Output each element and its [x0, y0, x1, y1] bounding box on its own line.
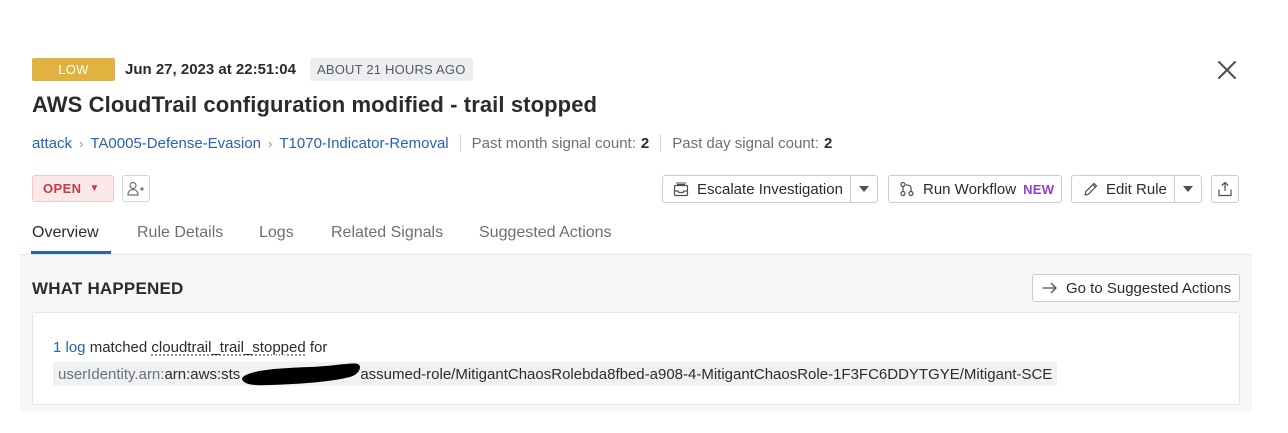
what-happened-card: 1 log matched cloudtrail_trail_stopped f… [32, 312, 1240, 405]
inbox-icon [673, 181, 689, 197]
for-text: for [309, 339, 328, 356]
caret-down-icon [859, 186, 869, 192]
share-button[interactable] [1211, 175, 1239, 203]
arrow-right-icon [1042, 282, 1057, 294]
edit-rule-button[interactable]: Edit Rule [1071, 175, 1202, 203]
tab-bar: Overview Rule Details Logs Related Signa… [20, 221, 1252, 255]
redaction-mark [240, 362, 361, 386]
tab-related-signals[interactable]: Related Signals [331, 224, 443, 242]
goto-label: Go to Suggested Actions [1066, 279, 1232, 297]
section-title: WHAT HAPPENED [32, 279, 184, 298]
relative-time-badge: ABOUT 21 HOURS AGO [309, 58, 473, 81]
edit-rule-label: Edit Rule [1106, 180, 1167, 198]
caret-down-icon: ▼ [89, 183, 100, 194]
breadcrumb-tactic[interactable]: TA0005-Defense-Evasion [90, 135, 261, 152]
day-count-label: Past day signal count: [672, 134, 819, 152]
tab-logs[interactable]: Logs [259, 224, 294, 242]
month-count-label: Past month signal count: [471, 134, 636, 152]
escalate-investigation-button[interactable]: Escalate Investigation [662, 175, 878, 203]
run-workflow-button[interactable]: Run Workflow NEW [888, 175, 1062, 203]
assign-user-button[interactable] [122, 175, 150, 202]
assign-user-icon [127, 181, 144, 196]
status-label: OPEN [43, 181, 82, 196]
escalate-label: Escalate Investigation [697, 180, 843, 198]
attribute-value-suffix: assumed-role/MitigantChaosRolebda8fbed-a… [360, 365, 1053, 383]
signal-timestamp: Jun 27, 2023 at 22:51:04 [125, 61, 296, 78]
signal-meta-row: LOW Jun 27, 2023 at 22:51:04 ABOUT 21 HO… [32, 58, 473, 81]
escalate-caret-button[interactable] [850, 176, 877, 202]
tab-overview[interactable]: Overview [32, 224, 99, 242]
new-tag: NEW [1023, 181, 1055, 197]
log-count-link[interactable]: 1 log [53, 339, 86, 356]
breadcrumb-technique[interactable]: T1070-Indicator-Removal [279, 135, 448, 152]
pencil-icon [1083, 181, 1099, 197]
month-count-value: 2 [640, 134, 650, 152]
divider [660, 134, 662, 152]
edit-rule-caret-button[interactable] [1174, 176, 1201, 202]
go-to-suggested-actions-button[interactable]: Go to Suggested Actions [1032, 274, 1240, 302]
attribute-key: userIdentity.arn: [58, 365, 165, 383]
caret-down-icon [1183, 186, 1193, 192]
divider [459, 134, 461, 152]
what-happened-panel: WHAT HAPPENED Go to Suggested Actions 1 … [20, 255, 1252, 411]
tab-suggested-actions[interactable]: Suggested Actions [479, 224, 612, 242]
close-icon [1218, 61, 1236, 79]
workflow-label: Run Workflow [923, 180, 1017, 198]
breadcrumb: attack › TA0005-Defense-Evasion › T1070-… [32, 133, 832, 153]
matched-text: matched [89, 339, 148, 356]
chevron-right-icon: › [79, 135, 84, 151]
attribute-value-prefix: arn:aws:sts [164, 365, 241, 383]
tab-rule-details[interactable]: Rule Details [137, 224, 223, 242]
share-icon [1218, 181, 1232, 197]
page-title: AWS CloudTrail configuration modified - … [32, 92, 598, 117]
rule-reference[interactable]: cloudtrail_trail_stopped [151, 339, 305, 356]
status-dropdown[interactable]: OPEN ▼ [32, 175, 114, 202]
day-count-value: 2 [824, 134, 833, 152]
attribute-chip[interactable]: userIdentity.arn: arn:aws:sts assumed-ro… [53, 362, 1058, 386]
chevron-right-icon: › [268, 135, 273, 151]
severity-badge: LOW [32, 58, 115, 81]
breadcrumb-attack[interactable]: attack [32, 135, 72, 152]
workflow-icon [899, 181, 915, 197]
match-summary: 1 log matched cloudtrail_trail_stopped f… [53, 339, 327, 356]
active-tab-indicator [31, 251, 111, 254]
close-button[interactable] [1214, 57, 1240, 83]
